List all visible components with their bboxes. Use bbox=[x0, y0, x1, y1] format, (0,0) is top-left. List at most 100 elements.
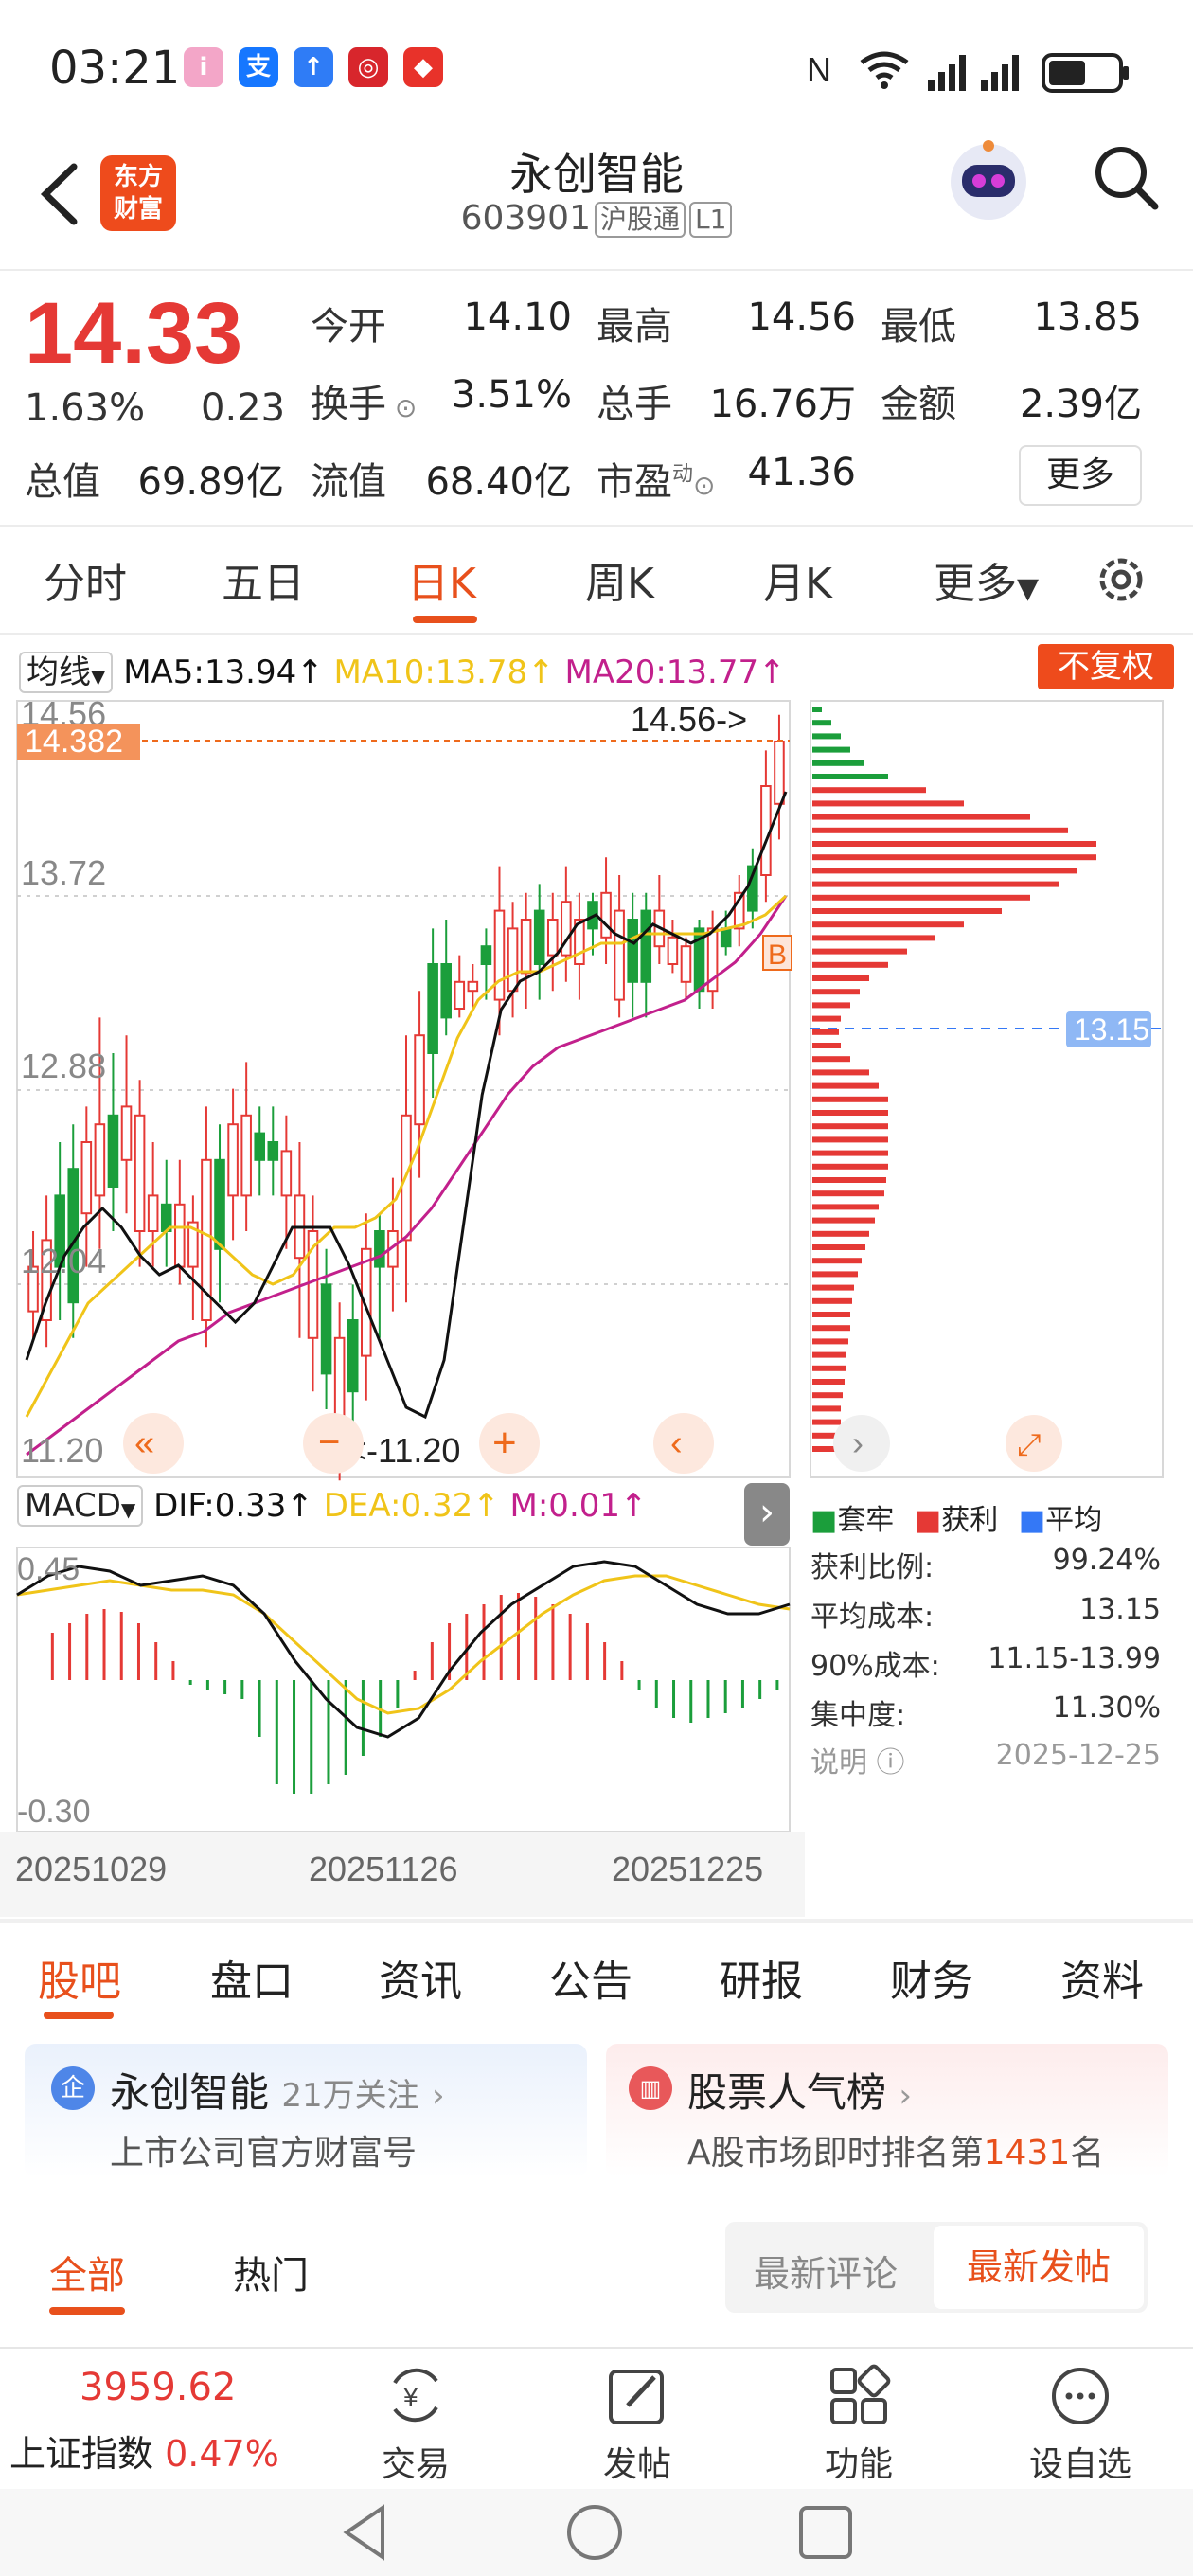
chip-bar bbox=[812, 1258, 862, 1264]
popularity-title: 股票人气榜 bbox=[687, 2069, 887, 2116]
tab-profile[interactable]: 资料 bbox=[1060, 1947, 1144, 2008]
candle-body bbox=[280, 1150, 293, 1197]
active-tab-underline bbox=[44, 2012, 114, 2019]
kline-chart[interactable]: 14.56 13.72 12.88 12.04 11.20 14.382 14.… bbox=[0, 697, 805, 1483]
tab-research[interactable]: 研报 bbox=[720, 1947, 803, 2008]
chip-bar bbox=[812, 921, 964, 928]
sort-latest-post[interactable]: 最新发帖 bbox=[934, 2226, 1144, 2309]
upload-app-icon: ↑ bbox=[294, 47, 333, 87]
tab-guba[interactable]: 股吧 bbox=[38, 1947, 121, 2008]
nav-home-icon[interactable] bbox=[564, 2502, 625, 2563]
axis-label-bottom: 11.20 bbox=[21, 1431, 103, 1470]
chip-bar bbox=[812, 733, 841, 740]
candle-body bbox=[214, 1158, 225, 1250]
volume-value: 16.76万 bbox=[709, 383, 856, 426]
zoom-out-icon[interactable]: − bbox=[303, 1413, 364, 1474]
chevron-right-icon: › bbox=[899, 2077, 912, 2115]
candle-body bbox=[520, 919, 532, 975]
candle-body bbox=[507, 927, 519, 993]
current-price: 14.33 bbox=[25, 285, 243, 382]
settings-gear-icon[interactable] bbox=[1093, 551, 1149, 608]
section-divider bbox=[0, 1919, 1193, 1923]
nav-post[interactable]: 发帖 bbox=[566, 2362, 708, 2486]
change-amount: 0.23 bbox=[201, 386, 286, 430]
candle-body bbox=[227, 1123, 239, 1197]
chip-distribution-chart: 13.15 › ⤢ bbox=[810, 700, 1164, 1478]
tab-pankou[interactable]: 盘口 bbox=[210, 1947, 294, 2008]
company-card-subtitle: 上市公司官方财富号 bbox=[110, 2134, 418, 2173]
candle-body bbox=[614, 909, 625, 1001]
chip-bar bbox=[812, 1419, 841, 1425]
tab-announcements[interactable]: 公告 bbox=[549, 1947, 632, 2008]
caret-down-icon: ▼ bbox=[1017, 572, 1040, 605]
tab-weekly-k[interactable]: 周K bbox=[585, 549, 654, 610]
chip-note-link[interactable]: 说明 ⓘ bbox=[810, 1746, 905, 1780]
nav-back-icon[interactable] bbox=[335, 2502, 396, 2563]
subtab-all[interactable]: 全部 bbox=[49, 2245, 125, 2299]
chip-bar bbox=[812, 975, 869, 981]
chip-expand-left-icon[interactable]: › bbox=[833, 1415, 890, 1472]
company-card[interactable]: 企 永创智能 21万关注 › 上市公司官方财富号 bbox=[25, 2044, 587, 2178]
ma5-text: MA5:13.94↑ bbox=[123, 653, 324, 691]
ma-selector[interactable]: 均线▼ bbox=[19, 652, 114, 693]
chip-bar bbox=[812, 1096, 888, 1102]
date-label-start: 20251029 bbox=[15, 1850, 167, 1888]
nav-trade[interactable]: ¥ 交易 bbox=[345, 2362, 487, 2486]
pe-info-icon[interactable]: ⊙ bbox=[693, 470, 715, 501]
candle-body bbox=[720, 927, 732, 948]
candle-body bbox=[640, 909, 652, 983]
tab-intraday[interactable]: 分时 bbox=[44, 549, 127, 610]
tab-five-day[interactable]: 五日 bbox=[222, 549, 305, 610]
fullscreen-icon[interactable]: ⤢ bbox=[1006, 1415, 1062, 1472]
scroll-left-icon[interactable]: ‹ bbox=[653, 1413, 714, 1474]
tab-daily-k[interactable]: 日K bbox=[407, 549, 476, 610]
candle-body bbox=[347, 1319, 359, 1393]
macd-chart[interactable]: 0.45 -0.30 20251029 20251126 20251225 bbox=[0, 1547, 805, 1917]
chip-info-row: 获利比例: 99.24% bbox=[810, 1544, 1161, 1584]
index-value[interactable]: 3959.62 bbox=[80, 2366, 236, 2409]
subtab-hot[interactable]: 热门 bbox=[233, 2245, 309, 2299]
sort-latest-comment[interactable]: 最新评论 bbox=[754, 2245, 898, 2297]
nav-recents-icon[interactable] bbox=[795, 2502, 856, 2563]
search-icon[interactable] bbox=[1091, 142, 1163, 214]
tab-monthly-k[interactable]: 月K bbox=[763, 549, 832, 610]
chip-bar bbox=[812, 1043, 841, 1048]
low-marker: <-11.20 bbox=[347, 1431, 460, 1470]
nav-functions[interactable]: 功能 bbox=[788, 2362, 930, 2486]
adjust-button[interactable]: 不复权 bbox=[1038, 644, 1174, 689]
macd-selector[interactable]: MACD▼ bbox=[17, 1485, 144, 1527]
svg-text:›: › bbox=[852, 1423, 864, 1462]
turnover-label: 换手 ⊙ bbox=[311, 383, 418, 426]
float-cap-value: 68.40亿 bbox=[425, 460, 572, 504]
index-change: 0.47% bbox=[165, 2433, 279, 2475]
more-quote-button[interactable]: 更多 bbox=[1019, 445, 1142, 506]
chip-bar bbox=[812, 760, 864, 766]
axis-label-4: 12.04 bbox=[21, 1242, 106, 1280]
svg-text:−: − bbox=[318, 1422, 340, 1463]
tabs-divider bbox=[0, 633, 1193, 635]
chip-bar bbox=[812, 1110, 888, 1116]
chip-bar bbox=[812, 1069, 869, 1076]
popularity-card[interactable]: ▥ 股票人气榜 › A股市场即时排名第1431名 bbox=[606, 2044, 1168, 2178]
more-dots-icon bbox=[1052, 2368, 1109, 2424]
status-icons: N bbox=[807, 50, 1129, 93]
tab-more[interactable]: 更多▼ bbox=[934, 549, 1039, 610]
info-icon: ⓘ bbox=[867, 1746, 905, 1780]
chip-bar bbox=[812, 1190, 884, 1197]
expand-panel-button[interactable]: › bbox=[744, 1483, 790, 1546]
zoom-in-icon[interactable]: + bbox=[479, 1413, 540, 1474]
axis-label-3: 12.88 bbox=[21, 1046, 106, 1085]
scroll-left-fast-icon[interactable]: « bbox=[123, 1413, 184, 1474]
nav-add-watchlist[interactable]: 设自选 bbox=[1009, 2362, 1151, 2486]
chip-bar bbox=[812, 746, 850, 753]
chip-bar bbox=[812, 1056, 850, 1063]
tab-news[interactable]: 资讯 bbox=[379, 1947, 462, 2008]
index-info[interactable]: 上证指数 0.47% bbox=[9, 2424, 279, 2477]
chip-note-row: 说明 ⓘ 2025-12-25 bbox=[810, 1739, 1161, 1780]
rank-chart-icon: ▥ bbox=[629, 2066, 672, 2110]
chip-bar bbox=[812, 854, 1096, 861]
robot-assistant-icon[interactable] bbox=[943, 134, 1034, 225]
tab-finance[interactable]: 财务 bbox=[890, 1947, 973, 2008]
signal-icon bbox=[928, 55, 1019, 91]
chip-bar bbox=[812, 1163, 888, 1170]
